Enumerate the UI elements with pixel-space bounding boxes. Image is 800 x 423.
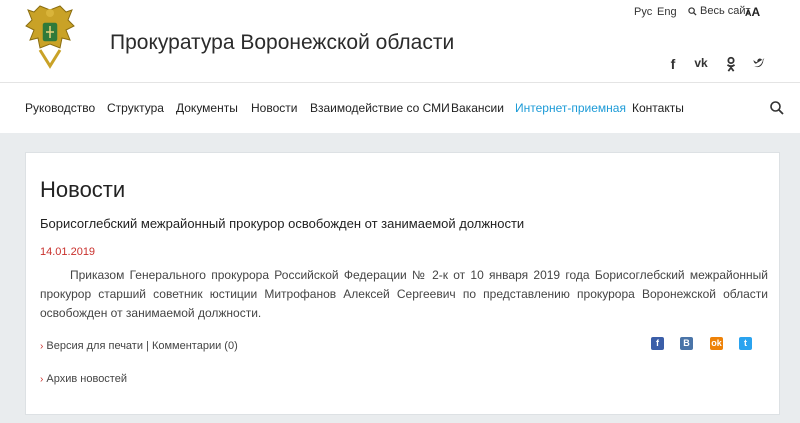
print-version-link[interactable]: Версия для печати <box>46 340 143 352</box>
facebook-icon[interactable]: f <box>664 56 682 72</box>
page-title: Новости <box>40 177 126 202</box>
nav-item-leadership[interactable]: Руководство <box>25 101 95 115</box>
nav-search-icon[interactable] <box>769 100 785 116</box>
nav-item-contacts[interactable]: Контакты <box>632 101 684 115</box>
prosecutor-emblem-icon[interactable] <box>24 4 76 70</box>
site-header: Прокуратура Воронежской области Рус Eng … <box>0 0 800 82</box>
news-date: 14.01.2019 <box>40 246 96 258</box>
archive-bullet-icon: › <box>40 374 44 385</box>
nav-item-structure[interactable]: Структура <box>107 101 164 115</box>
news-archive-link[interactable]: Архив новостей <box>46 373 127 385</box>
lang-ru-link[interactable]: Рус <box>634 6 652 18</box>
comments-link[interactable]: Комментарии (0) <box>152 340 238 352</box>
news-title: Борисоглебский межрайонный прокурор осво… <box>40 216 525 231</box>
nav-item-media[interactable]: Взаимодействие со СМИ <box>310 101 450 115</box>
share-twitter-icon[interactable]: t <box>739 337 752 350</box>
main-nav: Руководство Структура Документы Новости … <box>0 82 800 133</box>
nav-item-documents[interactable]: Документы <box>176 101 238 115</box>
nav-item-vacancies[interactable]: Вакансии <box>451 101 504 115</box>
vk-icon[interactable]: vk <box>692 56 710 70</box>
twitter-icon[interactable] <box>750 56 768 70</box>
nav-item-internet-reception[interactable]: Интернет-приемная <box>515 101 626 115</box>
search-icon <box>688 6 697 16</box>
odnoklassniki-icon[interactable] <box>722 56 740 72</box>
news-card: Новости Борисоглебский межрайонный проку… <box>25 152 780 415</box>
whole-site-label: Весь сайт <box>700 5 751 17</box>
site-title[interactable]: Прокуратура Воронежской области <box>110 31 454 55</box>
nav-item-news[interactable]: Новости <box>251 101 297 115</box>
font-size-toggle[interactable]: AA <box>745 5 760 19</box>
whole-site-search[interactable]: Весь сайт <box>688 5 751 17</box>
separator: | <box>146 340 149 352</box>
news-actions: › Версия для печати | Комментарии (0) <box>40 340 238 352</box>
archive-row: › Архив новостей <box>40 373 127 385</box>
bullet-icon: › <box>40 341 44 352</box>
lang-en-link[interactable]: Eng <box>657 6 677 18</box>
share-vk-icon[interactable]: B <box>680 337 693 350</box>
font-size-large: A <box>751 5 761 19</box>
share-facebook-icon[interactable]: f <box>651 337 664 350</box>
share-odnoklassniki-icon[interactable]: ok <box>710 337 723 350</box>
news-body: Приказом Генерального прокурора Российск… <box>40 268 768 320</box>
